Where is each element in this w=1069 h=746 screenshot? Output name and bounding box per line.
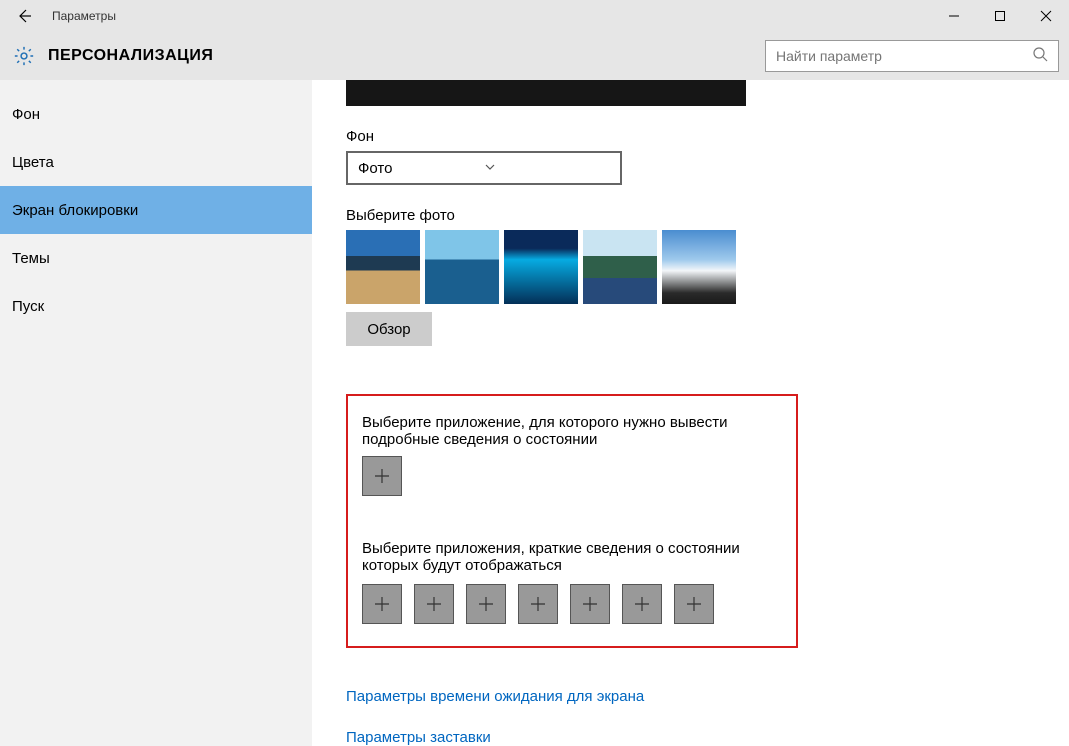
plus-icon [581,595,599,613]
sidebar-item-label: Темы [12,250,50,267]
sidebar-item-colors[interactable]: Цвета [0,138,312,186]
minimize-icon [948,10,960,22]
sidebar-item-label: Экран блокировки [12,202,138,219]
photo-thumb-2[interactable] [425,230,499,304]
back-button[interactable] [0,0,48,32]
search-icon [1032,46,1048,66]
photo-thumb-1[interactable] [346,230,420,304]
plus-icon [633,595,651,613]
link-screen-timeout[interactable]: Параметры времени ожидания для экрана [346,688,644,705]
background-label: Фон [346,128,1049,145]
background-dropdown[interactable]: Фото [346,151,622,185]
detailed-app-label: Выберите приложение, для которого нужно … [362,414,782,448]
sidebar: Фон Цвета Экран блокировки Темы Пуск [0,80,312,746]
sidebar-item-label: Цвета [12,154,54,171]
search-box[interactable] [765,40,1059,72]
choose-photo-label: Выберите фото [346,207,1049,224]
window-title: Параметры [48,9,116,23]
maximize-icon [994,10,1006,22]
add-quick-app-slot-5[interactable] [570,584,610,624]
plus-icon [685,595,703,613]
sidebar-item-lockscreen[interactable]: Экран блокировки [0,186,312,234]
photo-thumb-4[interactable] [583,230,657,304]
sidebar-item-start[interactable]: Пуск [0,282,312,330]
back-arrow-icon [15,7,33,25]
body: Фон Цвета Экран блокировки Темы Пуск Фон… [0,80,1069,746]
browse-button[interactable]: Обзор [346,312,432,346]
close-icon [1040,10,1052,22]
window-controls [931,0,1069,32]
plus-icon [477,595,495,613]
sidebar-item-label: Фон [12,106,40,123]
quick-apps-label: Выберите приложения, краткие сведения о … [362,540,782,574]
minimize-button[interactable] [931,0,977,32]
add-quick-app-slot-1[interactable] [362,584,402,624]
add-detailed-app-slot[interactable] [362,456,402,496]
section-title: ПЕРСОНАЛИЗАЦИЯ [48,47,213,65]
lockscreen-preview [346,80,746,106]
plus-icon [529,595,547,613]
add-quick-app-slot-3[interactable] [466,584,506,624]
add-quick-app-slot-2[interactable] [414,584,454,624]
plus-icon [373,595,391,613]
sidebar-item-background[interactable]: Фон [0,90,312,138]
photo-thumb-5[interactable] [662,230,736,304]
content: Фон Фото Выберите фото Обзор Выберите пр… [312,80,1069,746]
titlebar: Параметры [0,0,1069,32]
background-dropdown-value: Фото [358,160,484,177]
close-button[interactable] [1023,0,1069,32]
detailed-app-slot-row [362,456,782,496]
highlight-box: Выберите приложение, для которого нужно … [346,394,798,648]
add-quick-app-slot-4[interactable] [518,584,558,624]
link-screensaver[interactable]: Параметры заставки [346,729,491,746]
photo-thumbnails [346,230,1049,304]
search-input[interactable] [776,48,1032,64]
plus-icon [425,595,443,613]
sidebar-item-label: Пуск [12,298,44,315]
settings-gear-icon [0,45,48,67]
chevron-down-icon [484,160,610,177]
photo-thumb-3[interactable] [504,230,578,304]
add-quick-app-slot-6[interactable] [622,584,662,624]
maximize-button[interactable] [977,0,1023,32]
header: ПЕРСОНАЛИЗАЦИЯ [0,32,1069,80]
add-quick-app-slot-7[interactable] [674,584,714,624]
sidebar-item-themes[interactable]: Темы [0,234,312,282]
quick-apps-slot-row [362,584,782,624]
plus-icon [373,467,391,485]
